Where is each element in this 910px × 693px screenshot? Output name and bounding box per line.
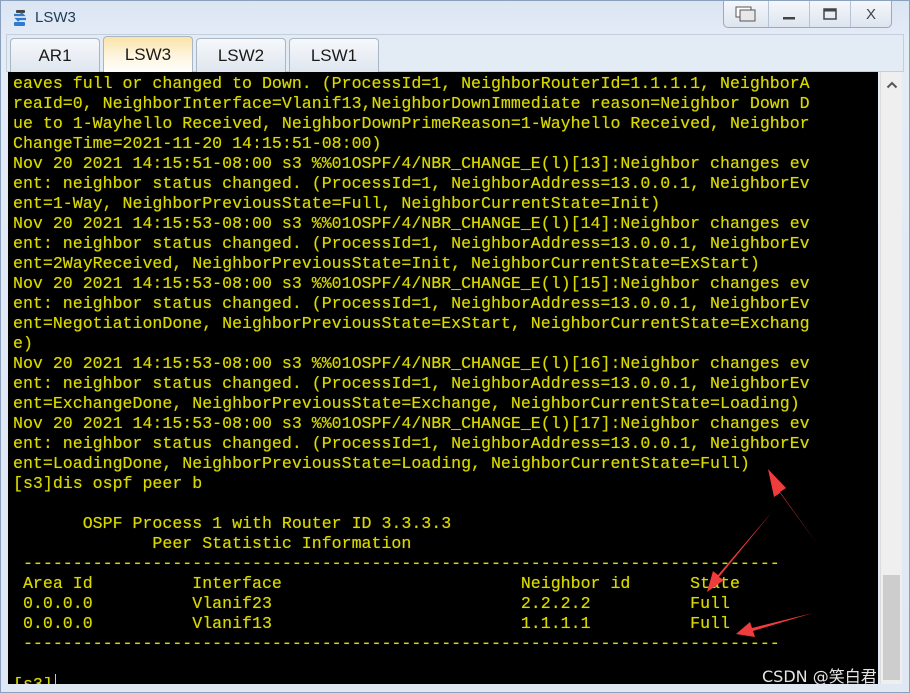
close-button[interactable]: X bbox=[850, 1, 891, 27]
ospf-process-header: OSPF Process 1 with Router ID 3.3.3.3 bbox=[13, 514, 452, 533]
log-line: ent: neighbor status changed. (ProcessId… bbox=[13, 174, 810, 193]
text-cursor bbox=[54, 674, 56, 684]
scrollbar-thumb[interactable] bbox=[883, 575, 900, 680]
window-controls: X bbox=[723, 1, 892, 28]
log-line: ent=ExchangeDone, NeighborPreviousState=… bbox=[13, 394, 800, 413]
log-line: ent=2WayReceived, NeighborPreviousState=… bbox=[13, 254, 760, 273]
log-line: ent: neighbor status changed. (ProcessId… bbox=[13, 434, 810, 453]
restore-tile-button[interactable] bbox=[724, 1, 768, 27]
watermark: CSDN @笑白君 bbox=[762, 667, 877, 686]
log-line: e) bbox=[13, 334, 33, 353]
peer-table-rows: 0.0.0.0 Vlanif23 2.2.2.2 Full 0.0.0.0 Vl… bbox=[13, 594, 730, 633]
log-line: ent: neighbor status changed. (ProcessId… bbox=[13, 234, 810, 253]
terminal-output[interactable]: eaves full or changed to Down. (ProcessI… bbox=[8, 72, 878, 684]
table-separator-bottom: ----------------------------------------… bbox=[13, 634, 780, 653]
restore-tile-icon bbox=[735, 6, 756, 22]
tab-lsw1[interactable]: LSW1 bbox=[289, 38, 379, 72]
tab-lsw3[interactable]: LSW3 bbox=[103, 36, 193, 73]
peer-table-header: Area Id Interface Neighbor id State bbox=[13, 574, 740, 593]
device-tab-bar: AR1 LSW3 LSW2 LSW1 bbox=[6, 34, 904, 73]
table-separator-top: ----------------------------------------… bbox=[13, 554, 780, 573]
peer-table-row: 0.0.0.0 Vlanif13 1.1.1.1 Full bbox=[13, 614, 730, 633]
terminal-text: eaves full or changed to Down. (ProcessI… bbox=[13, 74, 810, 684]
vertical-scrollbar[interactable] bbox=[880, 72, 902, 684]
log-line: Nov 20 2021 14:15:51-08:00 s3 %%01OSPF/4… bbox=[13, 154, 810, 173]
log-line: ent=LoadingDone, NeighborPreviousState=L… bbox=[13, 454, 750, 473]
maximize-button[interactable] bbox=[809, 1, 850, 27]
log-line: Nov 20 2021 14:15:53-08:00 s3 %%01OSPF/4… bbox=[13, 354, 810, 373]
log-line: ent: neighbor status changed. (ProcessId… bbox=[13, 294, 810, 313]
scroll-up-button[interactable] bbox=[881, 72, 902, 98]
minimize-button[interactable] bbox=[768, 1, 809, 27]
tab-lsw2[interactable]: LSW2 bbox=[196, 38, 286, 72]
log-line: ue to 1-Wayhello Received, NeighborDownP… bbox=[13, 114, 810, 133]
switch-app-icon bbox=[14, 10, 26, 26]
log-line: ent=1-Way, NeighborPreviousState=Full, N… bbox=[13, 194, 661, 213]
cli-prompt: [s3] bbox=[13, 675, 53, 684]
log-line: reaId=0, NeighborInterface=Vlanif13,Neig… bbox=[13, 94, 810, 113]
maximize-icon bbox=[823, 8, 837, 20]
log-line: ent: neighbor status changed. (ProcessId… bbox=[13, 374, 810, 393]
log-line: ent=NegotiationDone, NeighborPreviousSta… bbox=[13, 314, 810, 333]
peer-table-row: 0.0.0.0 Vlanif23 2.2.2.2 Full bbox=[22, 594, 730, 613]
command-line: [s3]dis ospf peer b bbox=[13, 474, 203, 493]
log-line: Nov 20 2021 14:15:53-08:00 s3 %%01OSPF/4… bbox=[13, 214, 810, 233]
log-line: Nov 20 2021 14:15:53-08:00 s3 %%01OSPF/4… bbox=[13, 414, 810, 433]
minimize-icon bbox=[783, 17, 795, 20]
tab-ar1[interactable]: AR1 bbox=[10, 38, 100, 72]
log-line: eaves full or changed to Down. (ProcessI… bbox=[13, 74, 810, 93]
window-title: LSW3 bbox=[35, 9, 76, 26]
log-line: Nov 20 2021 14:15:53-08:00 s3 %%01OSPF/4… bbox=[13, 274, 810, 293]
chevron-up-icon bbox=[886, 81, 897, 89]
log-lines: eaves full or changed to Down. (ProcessI… bbox=[13, 74, 810, 473]
close-icon: X bbox=[865, 5, 876, 23]
title-bar[interactable]: LSW3 X bbox=[1, 1, 909, 35]
log-line: ChangeTime=2021-11-20 14:15:51-08:00) bbox=[13, 134, 382, 153]
peer-statistic-header: Peer Statistic Information bbox=[13, 534, 412, 553]
